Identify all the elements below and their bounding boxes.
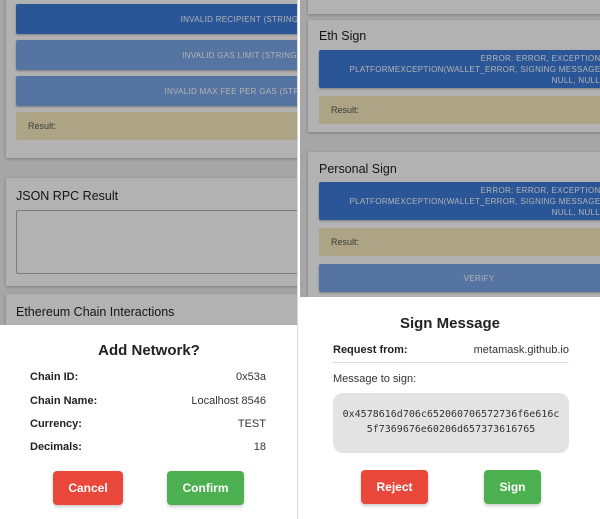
message-content-box: 0x4578616d706c652060706572736f6e616c5f73…: [333, 393, 569, 453]
reject-button[interactable]: Reject: [361, 470, 428, 504]
add-network-dialog: Add Network? Chain ID: 0x53a Chain Name:…: [0, 325, 297, 519]
request-from-value: metamask.github.io: [473, 344, 569, 356]
chain-name-value: Localhost 8546: [191, 395, 266, 407]
currency-value: TEST: [237, 418, 266, 430]
chain-id-value: 0x53a: [236, 371, 266, 383]
decimals-label: Decimals:: [30, 441, 82, 453]
modal-overlay: [300, 0, 600, 297]
confirm-button[interactable]: Confirm: [167, 471, 244, 505]
decimals-value: 18: [253, 441, 266, 453]
modal-overlay: [0, 0, 297, 325]
cancel-button[interactable]: Cancel: [53, 471, 123, 505]
right-panel: Eth Sign ERROR: ERROR, EXCEPTION: PLATFO…: [300, 0, 600, 519]
dialog-title: Sign Message: [399, 315, 501, 332]
sign-message-dialog: Sign Message Request from: metamask.gith…: [300, 297, 600, 519]
divider: [333, 362, 569, 363]
currency-label: Currency:: [30, 418, 82, 430]
request-from-label: Request from:: [333, 344, 408, 356]
dialog-title: Add Network?: [98, 342, 200, 359]
chain-id-label: Chain ID:: [30, 371, 79, 383]
left-panel: INVALID RECIPIENT (STRING) INVALID GAS L…: [0, 0, 298, 519]
sign-button[interactable]: Sign: [484, 470, 541, 504]
message-to-sign-label: Message to sign:: [333, 373, 417, 385]
chain-name-label: Chain Name:: [30, 395, 98, 407]
